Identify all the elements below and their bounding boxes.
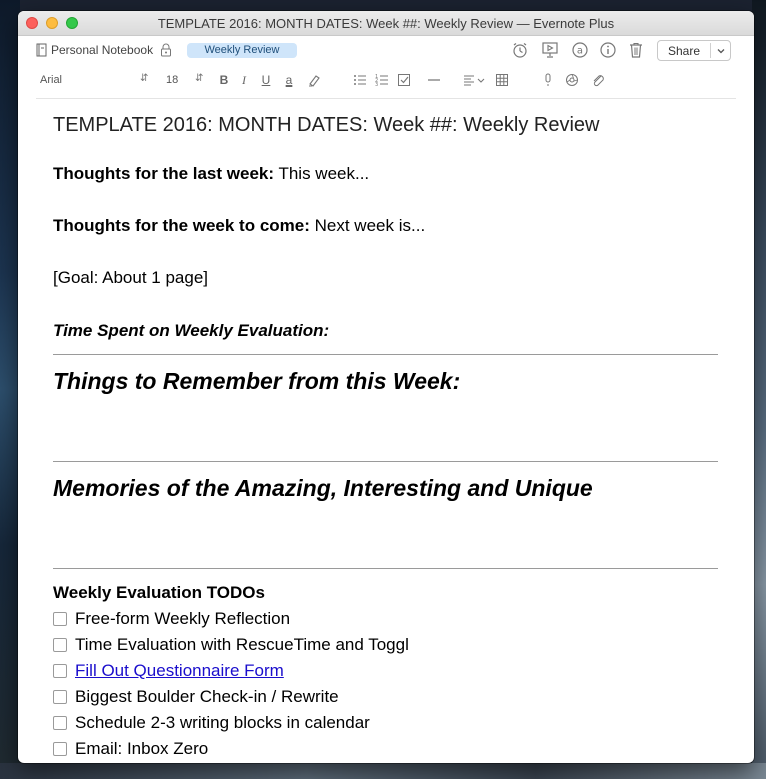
note-header-bar: Personal Notebook Weekly Review a Share [18, 36, 754, 64]
bold-button[interactable]: B [216, 72, 232, 88]
todo-checkbox[interactable] [53, 742, 67, 756]
horizontal-rule [53, 568, 718, 569]
todo-label[interactable]: Email: Inbox Zero [75, 739, 208, 759]
horizontal-rule [53, 354, 718, 355]
todo-checkbox[interactable] [53, 690, 67, 704]
tag-icon[interactable] [160, 42, 172, 58]
formatting-toolbar: Arial ⇵ 18 ⇵ B I U a 1 2 3 [18, 64, 754, 98]
svg-text:a: a [577, 46, 583, 57]
note-title[interactable]: TEMPLATE 2016: MONTH DATES: Week ##: Wee… [53, 114, 599, 137]
text-color-button[interactable]: a [281, 72, 297, 88]
share-button[interactable]: Share [657, 40, 731, 61]
todo-checkbox[interactable] [53, 638, 67, 652]
paperclip-attachment-icon[interactable] [590, 72, 606, 88]
todo-checkbox[interactable] [53, 716, 67, 730]
work-chat-at-icon[interactable]: a [571, 41, 589, 59]
evernote-window: TEMPLATE 2016: MONTH DATES: Week ##: Wee… [18, 11, 754, 763]
camera-shutter-icon[interactable] [564, 72, 580, 88]
font-family-stepper-icon[interactable]: ⇵ [140, 73, 148, 84]
things-to-remember-heading[interactable]: Things to Remember from this Week: [53, 368, 460, 395]
todo-checkbox[interactable] [53, 612, 67, 626]
desktop-background-left [0, 0, 20, 779]
time-spent-heading[interactable]: Time Spent on Weekly Evaluation: [53, 321, 329, 341]
thoughts-next-week-text: Next week is... [309, 216, 426, 235]
italic-button[interactable]: I [236, 72, 252, 88]
presentation-mode-icon[interactable] [541, 41, 559, 59]
window-title: TEMPLATE 2016: MONTH DATES: Week ##: Wee… [157, 16, 615, 31]
todo-label[interactable]: Free-form Weekly Reflection [75, 609, 290, 629]
todo-label[interactable]: Schedule 2-3 writing blocks in calendar [75, 713, 370, 733]
memories-heading[interactable]: Memories of the Amazing, Interesting and… [53, 475, 593, 502]
checkbox-icon[interactable] [396, 72, 412, 88]
font-size-selector[interactable]: 18 [166, 74, 178, 86]
font-family-selector[interactable]: Arial [40, 74, 62, 86]
thoughts-next-week-label: Thoughts for the week to come: [53, 216, 310, 235]
bulleted-list-icon[interactable] [352, 72, 368, 88]
reminder-alarm-icon[interactable] [511, 41, 529, 59]
thoughts-last-week-label: Thoughts for the last week: [53, 164, 275, 183]
goal-paragraph[interactable]: [Goal: About 1 page] [53, 268, 208, 288]
notebook-icon [36, 43, 47, 57]
title-bar[interactable]: TEMPLATE 2016: MONTH DATES: Week ##: Wee… [18, 11, 754, 36]
note-info-icon[interactable] [599, 41, 617, 59]
highlighter-icon[interactable] [306, 72, 322, 88]
horizontal-rule [53, 461, 718, 462]
tag-weekly-review[interactable]: Weekly Review [187, 43, 297, 58]
trash-icon[interactable] [627, 41, 645, 59]
desktop-background-right [752, 0, 766, 779]
thoughts-next-week-paragraph[interactable]: Thoughts for the week to come: Next week… [53, 216, 425, 236]
chevron-down-icon[interactable] [715, 45, 727, 57]
questionnaire-form-link[interactable]: Fill Out Questionnaire Form [75, 661, 284, 681]
thoughts-last-week-paragraph[interactable]: Thoughts for the last week: This week... [53, 164, 369, 184]
thoughts-last-week-text: This week... [274, 164, 370, 183]
chevron-down-icon[interactable] [476, 72, 486, 88]
numbered-list-icon[interactable]: 1 2 3 [374, 72, 390, 88]
todos-heading[interactable]: Weekly Evaluation TODOs [53, 583, 265, 603]
desktop-background-bottom [0, 763, 766, 779]
todo-label[interactable]: Biggest Boulder Check-in / Rewrite [75, 687, 339, 707]
font-size-stepper-icon[interactable]: ⇵ [195, 73, 203, 84]
svg-text:3: 3 [375, 82, 378, 88]
microphone-icon[interactable] [540, 72, 556, 88]
todo-checkbox[interactable] [53, 664, 67, 678]
notebook-selector[interactable]: Personal Notebook [51, 43, 153, 57]
toolbar-divider [36, 98, 736, 99]
share-button-separator [710, 43, 711, 58]
underline-button[interactable]: U [258, 72, 274, 88]
horizontal-rule-icon[interactable] [426, 72, 442, 88]
todo-label[interactable]: Time Evaluation with RescueTime and Togg… [75, 635, 409, 655]
share-button-label: Share [667, 44, 701, 58]
table-icon[interactable] [494, 72, 510, 88]
